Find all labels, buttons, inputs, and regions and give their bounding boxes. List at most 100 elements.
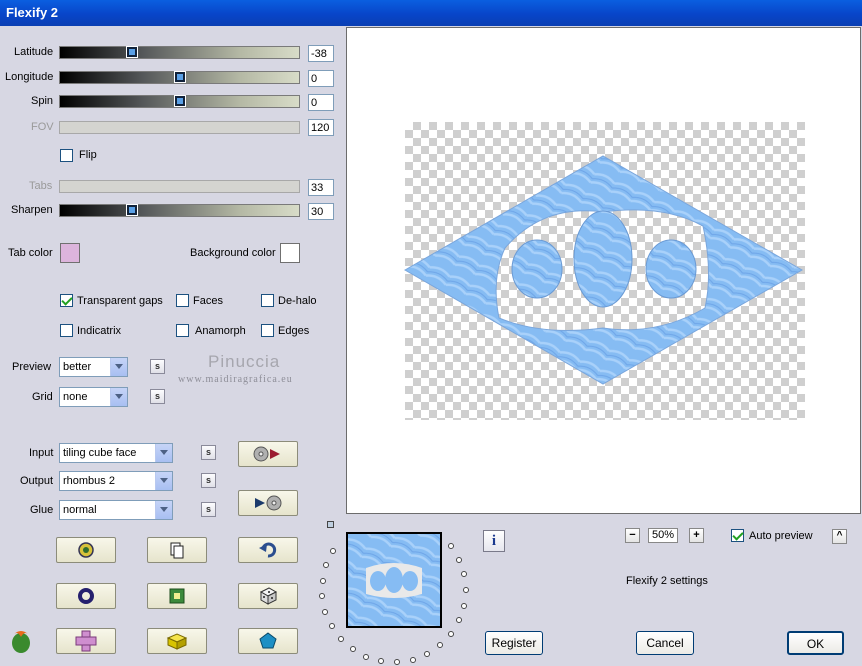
- gear-icon: [78, 542, 94, 558]
- navigator-dial-dot[interactable]: [448, 543, 455, 550]
- import-button[interactable]: [238, 441, 298, 467]
- tab-color-swatch[interactable]: [60, 243, 80, 263]
- input-sync-button[interactable]: s: [201, 445, 216, 460]
- navigator-handle[interactable]: [327, 521, 334, 528]
- chevron-down-icon[interactable]: [155, 501, 172, 519]
- ring-button[interactable]: [56, 583, 116, 609]
- navigator-dial-dot[interactable]: [448, 630, 455, 637]
- navigator-dial-dot[interactable]: [319, 577, 326, 584]
- disc-import-icon: [253, 446, 280, 462]
- navigator-dial-dot[interactable]: [463, 587, 469, 593]
- navigator-dial-dot[interactable]: [323, 562, 330, 569]
- disc-export-icon: [255, 495, 282, 511]
- chevron-down-icon[interactable]: [155, 444, 172, 462]
- auto-preview-checkbox[interactable]: [731, 529, 744, 542]
- zoom-out-button[interactable]: −: [625, 528, 640, 543]
- preview-canvas[interactable]: [346, 27, 861, 514]
- glue-value: normal: [63, 504, 97, 516]
- navigator-thumbnail[interactable]: [346, 532, 442, 628]
- grid-value: none: [63, 391, 88, 403]
- grid-sync-button[interactable]: s: [150, 389, 165, 404]
- background-color-swatch[interactable]: [280, 243, 300, 263]
- pentagon-button[interactable]: [238, 628, 298, 654]
- navigator-dial-dot[interactable]: [349, 645, 356, 652]
- navigator-dial-dot[interactable]: [378, 657, 385, 664]
- output-select[interactable]: rhombus 2: [59, 471, 173, 491]
- register-button[interactable]: Register: [485, 631, 543, 655]
- navigator-dial-dot[interactable]: [330, 548, 337, 555]
- sharpen-slider[interactable]: [59, 204, 300, 217]
- output-sync-button[interactable]: s: [201, 473, 216, 488]
- spin-slider[interactable]: [59, 95, 300, 108]
- faces-checkbox[interactable]: [176, 294, 189, 307]
- navigator-dial-dot[interactable]: [337, 635, 344, 642]
- navigator-dial-dot[interactable]: [319, 593, 326, 600]
- transparent-gaps-checkbox[interactable]: [60, 294, 73, 307]
- spin-slider-thumb[interactable]: [173, 95, 186, 107]
- undo-button[interactable]: [238, 537, 298, 563]
- navigator-dial-dot[interactable]: [437, 642, 444, 649]
- ring-icon: [78, 588, 94, 604]
- edges-label: Edges: [278, 325, 310, 337]
- chevron-down-icon[interactable]: [110, 388, 127, 406]
- anamorph-checkbox[interactable]: [176, 324, 189, 337]
- faces-label: Faces: [193, 295, 223, 307]
- zoom-in-button[interactable]: +: [689, 528, 704, 543]
- spin-input[interactable]: 0: [308, 94, 334, 111]
- grid-select[interactable]: none: [59, 387, 128, 407]
- navigator-dial-dot[interactable]: [424, 650, 431, 657]
- latitude-slider-thumb[interactable]: [125, 46, 138, 58]
- navigator-dial-dot[interactable]: [394, 658, 401, 665]
- longitude-slider[interactable]: [59, 71, 300, 84]
- sharpen-slider-thumb[interactable]: [125, 204, 138, 216]
- fov-input: 120: [308, 119, 334, 136]
- info-icon[interactable]: i: [483, 530, 505, 552]
- fov-slider: [59, 121, 300, 134]
- latitude-input[interactable]: -38: [308, 45, 334, 62]
- flip-checkbox[interactable]: [60, 149, 73, 162]
- preview-sync-button[interactable]: s: [150, 359, 165, 374]
- frame-button[interactable]: [147, 583, 207, 609]
- de-halo-checkbox[interactable]: [261, 294, 274, 307]
- navigator-dial-dot[interactable]: [461, 571, 468, 578]
- chevron-down-icon[interactable]: [110, 358, 127, 376]
- navigator-dial-dot[interactable]: [328, 623, 335, 629]
- longitude-label: Longitude: [5, 71, 54, 83]
- navigator-dial-dot[interactable]: [409, 656, 416, 663]
- chevron-down-icon[interactable]: [155, 472, 172, 490]
- tabs-label: Tabs: [29, 180, 53, 192]
- input-select[interactable]: tiling cube face: [59, 443, 173, 463]
- preview-quality-select[interactable]: better: [59, 357, 128, 377]
- flaming-pear-logo-icon: [12, 631, 30, 653]
- collapse-button[interactable]: ^: [832, 529, 847, 544]
- navigator-dial-dot[interactable]: [322, 608, 329, 615]
- longitude-input[interactable]: 0: [308, 70, 334, 87]
- navigator-dial-dot[interactable]: [461, 602, 468, 609]
- random-dice-button[interactable]: [238, 583, 298, 609]
- window-title: Flexify 2: [6, 5, 59, 20]
- sharpen-input[interactable]: 30: [308, 203, 334, 220]
- pentagon-icon: [259, 632, 277, 649]
- watermark-name: Pinuccia: [208, 352, 281, 371]
- export-button[interactable]: [238, 490, 298, 516]
- randomize-button[interactable]: [56, 537, 116, 563]
- cancel-button[interactable]: Cancel: [636, 631, 694, 655]
- tile-button[interactable]: [56, 628, 116, 654]
- cross-tiles-icon: [75, 630, 97, 652]
- copy-button[interactable]: [147, 537, 207, 563]
- navigator-dial-dot[interactable]: [456, 556, 463, 563]
- output-label: Output: [20, 475, 54, 487]
- edges-checkbox[interactable]: [261, 324, 274, 337]
- glue-label: Glue: [30, 504, 54, 516]
- ok-button[interactable]: OK: [787, 631, 844, 655]
- indicatrix-checkbox[interactable]: [60, 324, 73, 337]
- glue-sync-button[interactable]: s: [201, 502, 216, 517]
- glue-select[interactable]: normal: [59, 500, 173, 520]
- navigator-dial-dot[interactable]: [456, 617, 463, 624]
- title-bar: Flexify 2: [0, 0, 862, 26]
- latitude-slider[interactable]: [59, 46, 300, 59]
- background-color-label: Background color: [190, 247, 276, 259]
- navigator-dial-dot[interactable]: [363, 653, 370, 660]
- cube-button[interactable]: [147, 628, 207, 654]
- longitude-slider-thumb[interactable]: [173, 71, 186, 83]
